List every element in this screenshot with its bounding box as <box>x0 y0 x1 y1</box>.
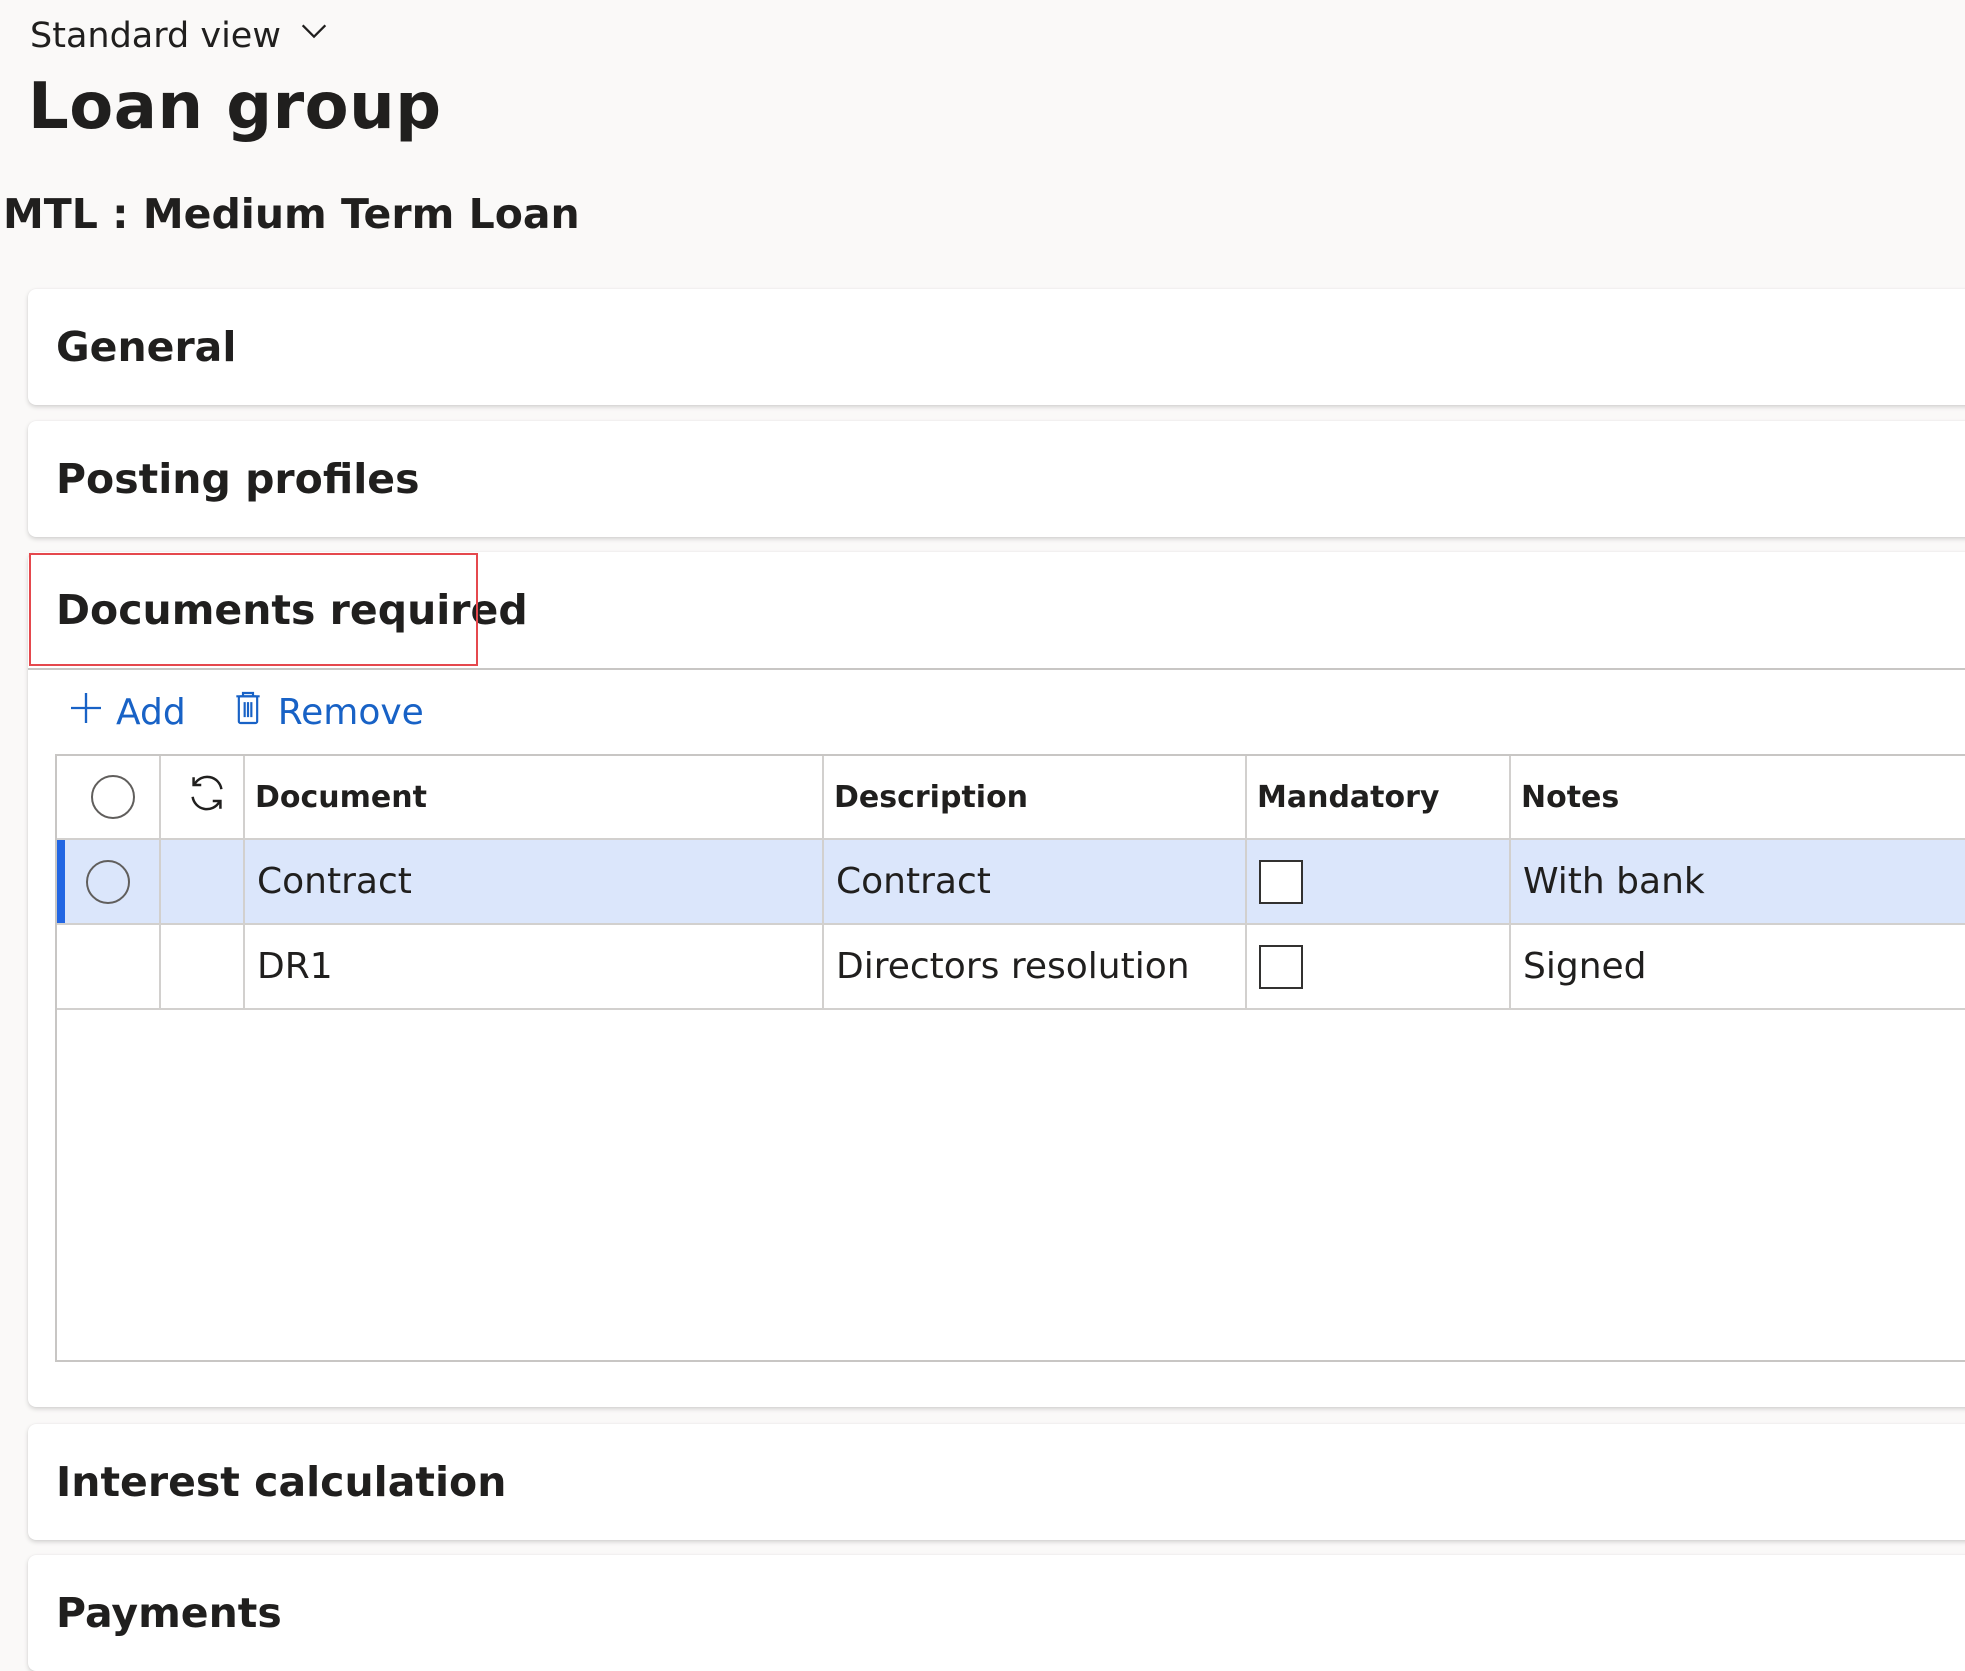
select-all-radio[interactable] <box>91 775 135 819</box>
documents-toolbar: Add Remove <box>28 670 1965 754</box>
section-documents-required-label: Documents required <box>56 586 528 634</box>
section-interest-calculation-header[interactable]: Interest calculation <box>28 1424 1965 1540</box>
section-posting-profiles-header[interactable]: Posting profiles <box>28 421 1965 537</box>
column-header-mandatory[interactable]: Mandatory <box>1247 756 1511 838</box>
column-header-description[interactable]: Description <box>824 756 1247 838</box>
row-select-cell[interactable] <box>57 840 161 923</box>
section-payments-header[interactable]: Payments <box>28 1555 1965 1671</box>
remove-button-label: Remove <box>277 691 424 733</box>
section-general: General <box>28 289 1965 405</box>
document-cell[interactable]: Contract <box>245 840 824 923</box>
page-title: Loan group <box>28 70 442 144</box>
table-row[interactable]: Contract Contract With bank <box>57 840 1965 925</box>
notes-cell[interactable]: Signed <box>1511 925 1965 1008</box>
select-all-cell[interactable] <box>57 756 161 838</box>
document-cell[interactable]: DR1 <box>245 925 824 1008</box>
section-posting-profiles: Posting profiles <box>28 421 1965 537</box>
row-select-radio[interactable] <box>86 859 130 904</box>
refresh-cell[interactable] <box>161 756 245 838</box>
refresh-icon[interactable] <box>184 770 230 824</box>
documents-grid: Document Description Mandatory Notes Con… <box>55 754 1965 1362</box>
notes-cell[interactable]: With bank <box>1511 840 1965 923</box>
column-header-document[interactable]: Document <box>245 756 824 838</box>
mandatory-checkbox[interactable] <box>1259 944 1303 989</box>
section-payments: Payments <box>28 1555 1965 1671</box>
view-selector[interactable]: Standard view <box>30 14 331 57</box>
trash-icon <box>228 688 268 737</box>
section-interest-calculation: Interest calculation <box>28 1424 1965 1540</box>
grid-header-row: Document Description Mandatory Notes <box>57 756 1965 840</box>
row-spacer-cell <box>161 925 245 1008</box>
description-cell[interactable]: Directors resolution <box>824 925 1247 1008</box>
mandatory-cell <box>1247 840 1511 923</box>
column-header-notes[interactable]: Notes <box>1511 756 1965 838</box>
section-documents-required: Documents required Add Remove Document D… <box>28 552 1965 1407</box>
table-row[interactable]: DR1 Directors resolution Signed <box>57 925 1965 1010</box>
row-spacer-cell <box>161 840 245 923</box>
add-button[interactable]: Add <box>66 688 186 737</box>
add-button-label: Add <box>116 691 186 733</box>
remove-button[interactable]: Remove <box>228 688 424 737</box>
row-select-cell[interactable] <box>57 925 161 1008</box>
section-general-header[interactable]: General <box>28 289 1965 405</box>
view-selector-label: Standard view <box>30 15 281 56</box>
mandatory-checkbox[interactable] <box>1259 859 1303 904</box>
section-documents-required-header[interactable]: Documents required <box>28 552 1965 668</box>
chevron-down-icon <box>297 14 331 57</box>
plus-icon <box>66 688 106 737</box>
record-title: MTL : Medium Term Loan <box>3 190 580 238</box>
description-cell[interactable]: Contract <box>824 840 1247 923</box>
mandatory-cell <box>1247 925 1511 1008</box>
